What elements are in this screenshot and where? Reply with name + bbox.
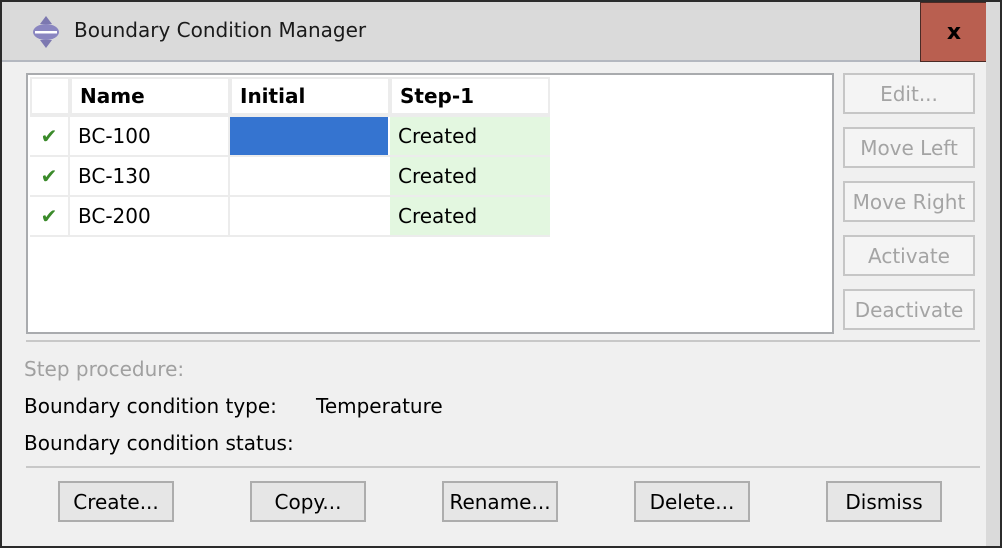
dialog-window: Boundary Condition Manager x Name Initia… (2, 2, 988, 546)
edit-button[interactable]: Edit... (843, 73, 975, 114)
column-header-name[interactable]: Name (70, 77, 230, 115)
row-initial-cell-selected[interactable] (230, 117, 388, 155)
row-name-cell[interactable]: BC-200 (70, 197, 228, 235)
bc-status-label: Boundary condition status: (24, 431, 294, 455)
activate-button[interactable]: Activate (843, 235, 975, 276)
delete-button[interactable]: Delete... (634, 481, 750, 522)
window-title: Boundary Condition Manager (74, 18, 367, 42)
divider (26, 466, 980, 468)
bc-type-label: Boundary condition type: (24, 394, 277, 418)
move-right-button[interactable]: Move Right (843, 181, 975, 222)
close-button[interactable]: x (920, 2, 988, 62)
column-header-initial[interactable]: Initial (230, 77, 390, 115)
copy-button[interactable]: Copy... (250, 481, 366, 522)
row-name-cell[interactable]: BC-100 (70, 117, 228, 155)
row-name-cell[interactable]: BC-130 (70, 157, 228, 195)
row-step1-cell[interactable]: Created (390, 117, 550, 155)
active-check-icon[interactable]: ✔ (30, 197, 68, 235)
active-check-icon[interactable]: ✔ (30, 117, 68, 155)
active-check-icon[interactable]: ✔ (30, 157, 68, 195)
row-initial-cell[interactable] (230, 197, 388, 235)
column-header-status[interactable] (30, 77, 70, 115)
row-step1-cell[interactable]: Created (390, 157, 550, 195)
app-icon (33, 16, 59, 48)
window-edge (986, 2, 1000, 546)
dismiss-button[interactable]: Dismiss (826, 481, 942, 522)
deactivate-button[interactable]: Deactivate (843, 289, 975, 330)
rename-button[interactable]: Rename... (442, 481, 558, 522)
divider (26, 340, 980, 342)
title-bar[interactable]: Boundary Condition Manager (2, 2, 986, 62)
row-initial-cell[interactable] (230, 157, 388, 195)
row-step1-cell[interactable]: Created (390, 197, 550, 235)
create-button[interactable]: Create... (58, 481, 174, 522)
column-header-step-1[interactable]: Step-1 (390, 77, 550, 115)
move-left-button[interactable]: Move Left (843, 127, 975, 168)
bc-type-value: Temperature (316, 394, 443, 418)
boundary-condition-table: Name Initial Step-1 ✔ BC-100 Created ✔ B… (26, 73, 834, 334)
step-procedure-label: Step procedure: (24, 357, 185, 381)
